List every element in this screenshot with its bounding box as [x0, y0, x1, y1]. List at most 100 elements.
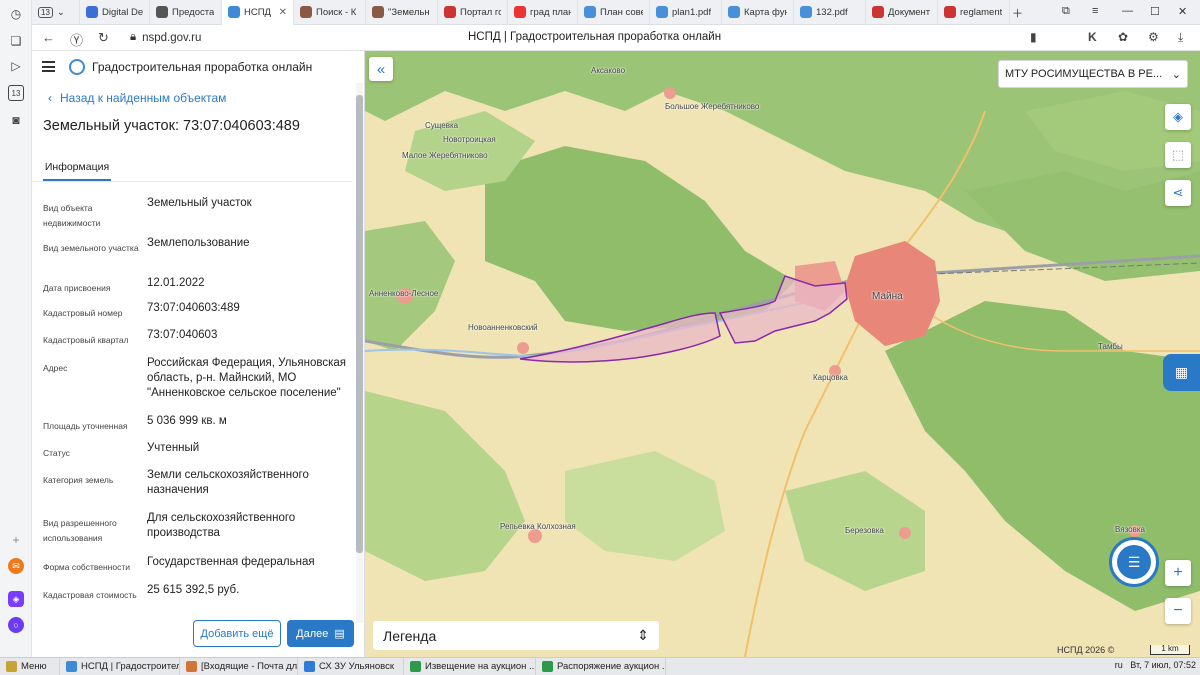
browser-tab[interactable]: Портал го: [438, 0, 508, 25]
tab-favicon-icon: [228, 6, 240, 18]
browser-tab[interactable]: 132.pdf: [794, 0, 866, 25]
puzzle-icon[interactable]: ⚙: [1148, 30, 1159, 44]
tab-favicon-icon: [584, 6, 596, 18]
tab-count-icon[interactable]: 13: [8, 85, 24, 101]
attribute-value: 25 615 392,5 руб.: [147, 584, 240, 596]
tab-label: град план: [530, 6, 571, 18]
collections-icon[interactable]: ❏: [8, 33, 24, 49]
hamburger-menu-icon[interactable]: [42, 61, 55, 72]
extension-k-icon[interactable]: K: [1088, 30, 1097, 44]
taskbar-item[interactable]: Извещение на аукцион ...: [404, 657, 536, 675]
extension-icon[interactable]: ✿: [1118, 30, 1128, 44]
new-tab-icon[interactable]: ＋: [1012, 5, 1023, 21]
menu-icon[interactable]: ≡: [1092, 5, 1098, 17]
taskbar-item[interactable]: [Входящие - Почта для ...: [180, 657, 298, 675]
zoom-out-button[interactable]: −: [1165, 598, 1191, 624]
taskbar-item[interactable]: НСПД | Градостроитель...: [60, 657, 180, 675]
browser-tab[interactable]: plan1.pdf: [650, 0, 722, 25]
add-more-label: Добавить ещё: [200, 627, 274, 640]
layers-icon[interactable]: ◈: [1165, 104, 1191, 130]
chat-button[interactable]: ☰: [1109, 537, 1159, 587]
taskbar-app-icon: [542, 661, 553, 672]
attribute-label: Вид объекта недвижимости: [43, 203, 101, 228]
taskbar-app-icon: [304, 661, 315, 672]
tab-favicon-icon: [444, 6, 456, 18]
share-icon[interactable]: ⋖: [1165, 180, 1191, 206]
organization-select[interactable]: МТУ РОСИМУЩЕСТВА В РЕ... ⌄: [998, 60, 1188, 88]
taskbar-item-label: СХ ЗУ Ульяновск: [319, 661, 395, 672]
browser-tab[interactable]: reglament: [938, 0, 1010, 25]
add-more-button[interactable]: Добавить ещё: [193, 620, 281, 647]
taskbar-app-icon: [410, 661, 421, 672]
taskbar-item-label: Извещение на аукцион ...: [425, 661, 536, 672]
back-arrow-icon[interactable]: ←: [42, 30, 55, 45]
clock: ru Вт, 7 июл, 07:52: [1115, 660, 1196, 670]
browser-tab[interactable]: Предоста: [150, 0, 222, 25]
taskbar-item[interactable]: СХ ЗУ Ульяновск: [298, 657, 404, 675]
tab-label: reglament: [960, 6, 1003, 18]
tab-favicon-icon: [300, 6, 312, 18]
collapse-panel-button[interactable]: «: [369, 57, 393, 81]
mail-icon[interactable]: ✉: [8, 558, 24, 574]
add-icon[interactable]: +: [8, 532, 24, 548]
scrollbar[interactable]: [356, 83, 363, 623]
yandex-icon[interactable]: Ⓨ: [70, 30, 83, 49]
play-icon[interactable]: ▷: [8, 58, 24, 74]
next-button[interactable]: Далее ▤: [287, 620, 354, 647]
expand-icon: ⇕: [637, 627, 649, 643]
attribute-label: Адрес: [43, 363, 68, 373]
attribute-label: Форма собственности: [43, 562, 130, 572]
tab-close-icon[interactable]: ✕: [279, 7, 287, 18]
taskbar-item[interactable]: Распоряжение аукцион ...: [536, 657, 666, 675]
chevron-left-icon: ‹: [48, 91, 52, 105]
url-field[interactable]: 🔒︎ nspd.gov.ru: [122, 28, 209, 47]
browser-tab[interactable]: Документ: [866, 0, 938, 25]
back-link[interactable]: ‹ Назад к найденным объектам: [48, 91, 226, 105]
chevron-down-icon: ⌄: [56, 6, 65, 18]
attribute-value: 73:07:040603: [147, 329, 218, 341]
legend-dropdown[interactable]: Легенда ⇕: [373, 621, 659, 650]
download-icon[interactable]: ⤓: [1178, 30, 1183, 45]
zoom-in-button[interactable]: +: [1165, 560, 1191, 586]
reload-icon[interactable]: ↻: [98, 30, 109, 46]
attribute-value: Земельный участок: [147, 197, 252, 209]
browser-tab[interactable]: град план: [508, 0, 578, 25]
tab-group-button[interactable]: 13 ⌄: [32, 0, 80, 25]
browser-tab[interactable]: Поиск - К: [294, 0, 366, 25]
tab-information[interactable]: Информация: [43, 155, 111, 181]
back-link-label: Назад к найденным объектам: [60, 91, 227, 105]
scrollbar-thumb[interactable]: [356, 95, 363, 553]
tab-count-badge: 13: [38, 6, 53, 18]
map-view[interactable]: Аксаково Большое Жеребятниково Сущевка Ново…: [365, 51, 1200, 657]
attribute-label: Вид разрешенного использования: [43, 518, 117, 543]
screenshot-icon[interactable]: ◙: [8, 112, 24, 128]
browser-tab[interactable]: НСПД | ✕: [222, 0, 294, 25]
taskbar-app-icon: [186, 661, 197, 672]
tab-label: "Земельн: [388, 6, 430, 18]
app-header: Градостроительная проработка онлайн: [32, 51, 365, 83]
bookmark-icon[interactable]: ▮: [1030, 30, 1037, 44]
minimize-icon[interactable]: —: [1122, 5, 1133, 17]
info-panel: Градостроительная проработка онлайн ‹ На…: [32, 51, 365, 657]
maximize-icon[interactable]: ☐: [1150, 5, 1160, 18]
attribute-label: Статус: [43, 448, 70, 458]
widget-tab-icon[interactable]: ▦: [1163, 354, 1200, 391]
app-icon[interactable]: ◈: [8, 591, 24, 607]
attribute-value: Земли сельскохозяйственного назначения: [147, 469, 309, 496]
tab-label: plan1.pdf: [672, 6, 712, 18]
attribute-label: Вид земельного участка: [43, 243, 139, 253]
history-icon[interactable]: ◷: [8, 6, 24, 22]
browser-tab[interactable]: План сове: [578, 0, 650, 25]
select-area-icon[interactable]: ⬚: [1165, 142, 1191, 168]
map-place-label: Репьевка Колхозная: [500, 522, 576, 531]
map-place-label: Вязовка: [1115, 525, 1145, 534]
pin-icon[interactable]: ⧉: [1062, 5, 1070, 18]
close-icon[interactable]: ✕: [1178, 5, 1187, 18]
browser-tab[interactable]: "Земельн: [366, 0, 438, 25]
tab-favicon-icon: [944, 6, 956, 18]
alice-icon[interactable]: ○: [8, 617, 24, 633]
browser-tab[interactable]: Карта фун: [722, 0, 794, 25]
browser-tab[interactable]: Digital De: [80, 0, 150, 25]
taskbar-item[interactable]: Меню: [0, 657, 60, 675]
app-logo-icon: [69, 59, 85, 75]
